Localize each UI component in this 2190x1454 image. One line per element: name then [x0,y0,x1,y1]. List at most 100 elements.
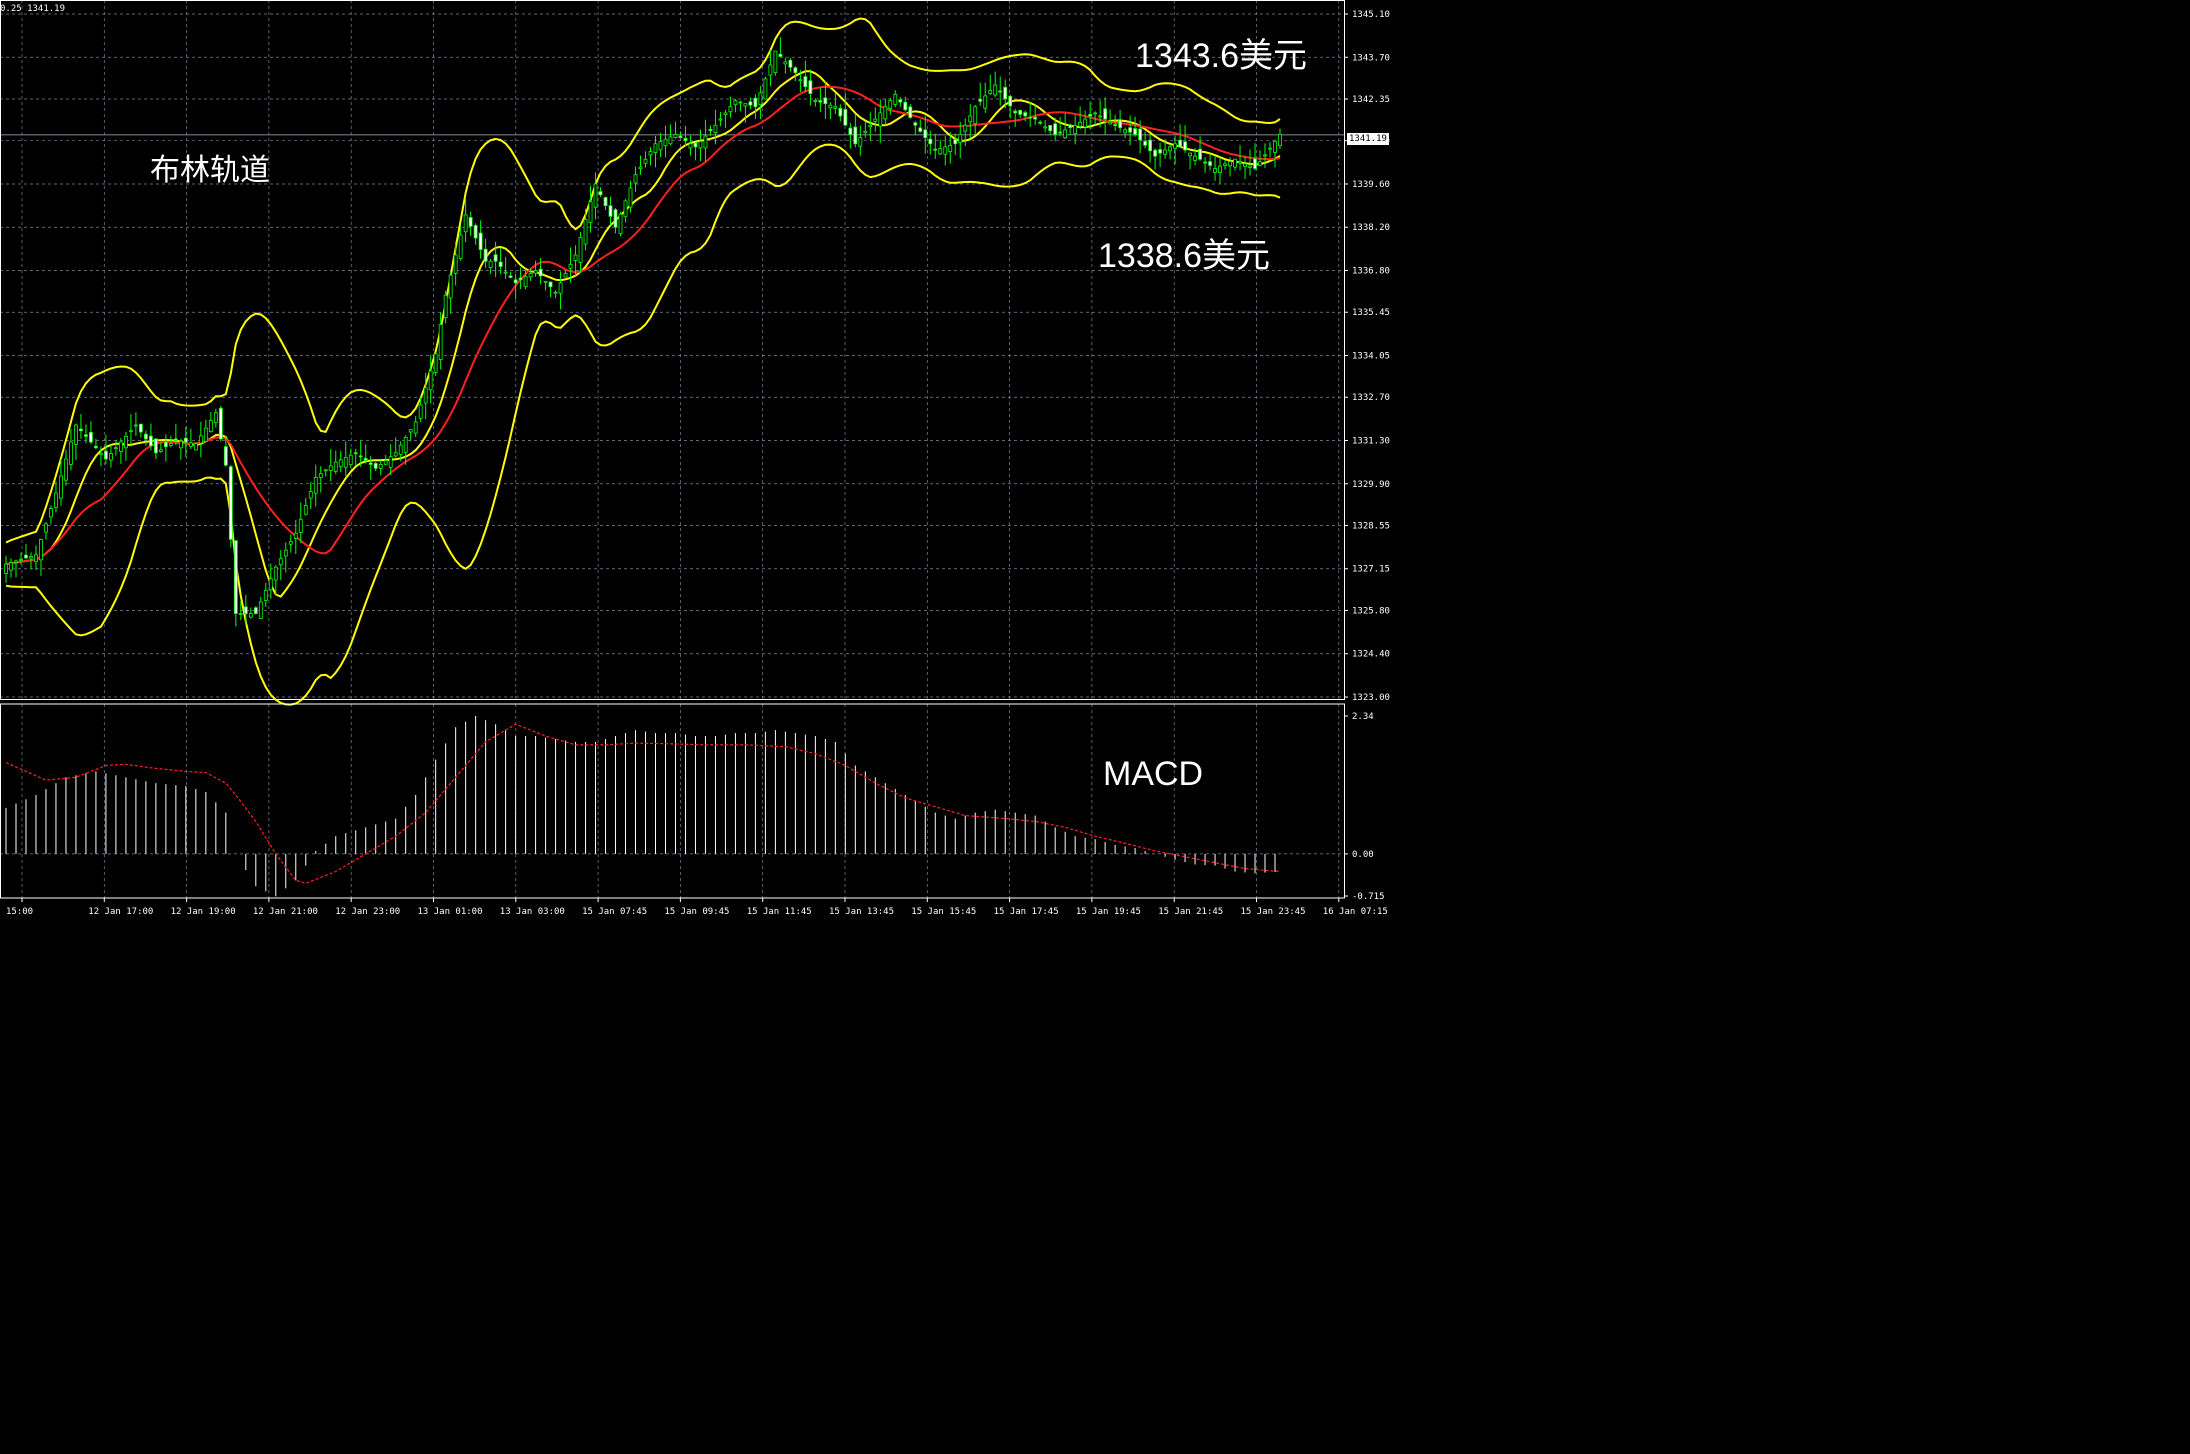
candle-body [578,236,583,263]
candle-body [29,555,33,559]
candle-body [608,205,613,217]
candle-body [968,115,973,123]
candle-body [1158,149,1162,154]
candle-body [1073,124,1078,134]
candle-body [1023,112,1028,117]
candle-body [268,578,273,591]
candle-body [773,50,778,74]
candle-body [648,151,653,156]
y-tick-label: 1335.45 [1352,308,1390,318]
candle-body [938,148,943,155]
candle-body [478,232,483,251]
candle-body [638,166,643,170]
candle-body [1133,128,1138,135]
candle-body [873,118,878,122]
candle-body [203,427,208,442]
candle-body [1173,143,1177,149]
candle-body [84,434,88,437]
candle-body [4,563,8,574]
candle-body [323,469,328,472]
y-tick-label: 1343.70 [1352,53,1390,63]
candle-body [758,92,763,106]
candle-body [1058,131,1063,134]
x-tick-label: 12 Jan 17:00 [88,907,153,917]
candle-body [948,144,953,153]
candle-body [818,100,823,103]
candle-body [39,538,43,561]
candle-body [1268,147,1272,150]
candle-body [1183,141,1187,151]
candle-body [1013,110,1018,114]
candle-body [1143,140,1148,146]
candle-body [238,613,243,615]
upper-band-value: 1343.6美元 [1135,37,1307,75]
candle-body [768,64,773,76]
candle-body [109,452,113,461]
candle-body [548,281,553,288]
candle-body [183,437,188,443]
candle-body [423,387,428,404]
candle-body [1118,119,1123,128]
candle-body [373,462,378,469]
candle-body [263,589,268,601]
candle-body [1228,161,1232,167]
candle-body [733,100,738,106]
candle-body [843,109,848,126]
x-tick-label: 12 Jan 19:00 [171,907,236,917]
candle-body [1278,134,1282,147]
candle-body [1208,161,1212,166]
candle-body [918,127,923,132]
candle-body [378,464,383,469]
candle-body [853,126,858,145]
candle-body [119,441,123,452]
x-tick-label: 12 Jan 21:00 [253,907,318,917]
candle-body [1193,155,1197,161]
candle-body [573,254,578,261]
y-tick-label: 1323.00 [1352,693,1390,703]
x-tick-label: 15 Jan 07:45 [582,907,647,917]
candle-body [988,90,993,94]
candle-body [213,412,218,424]
candle-body [928,138,933,145]
candle-body [1168,146,1172,152]
macd-label: MACD [1103,755,1204,793]
candle-body [143,433,148,440]
candle-body [158,449,163,452]
candle-body [823,97,828,105]
candle-body [788,59,793,68]
chart-header: 0.25 1341.19 [0,4,66,14]
candle-body [713,124,718,133]
candle-body [248,613,253,618]
x-tick-label: 15 Jan 19:45 [1076,907,1141,917]
candle-body [303,504,308,515]
candle-body [728,106,733,113]
candle-body [963,124,968,132]
lower-band-value: 1338.6美元 [1098,237,1270,275]
candle-body [923,129,928,139]
candle-body [318,473,323,478]
candle-body [488,260,493,269]
x-tick-label: 16 Jan 07:15 [1323,907,1388,917]
candle-body [868,124,873,128]
candle-body [993,84,998,96]
candle-body [453,254,458,274]
candle-body [743,103,748,107]
candle-body [1188,152,1192,157]
candle-body [678,135,683,139]
candle-body [1003,86,1008,100]
candle-body [1273,140,1277,153]
y-tick-label: 1329.90 [1352,480,1390,490]
candle-body [1223,163,1227,166]
candle-body [668,136,673,145]
y-tick-label: 1327.15 [1352,565,1390,575]
candle-body [828,104,833,109]
candle-body [333,461,338,472]
candle-body [1138,128,1143,141]
candle-body [1253,158,1257,169]
candle-body [408,429,413,433]
y-tick-label: 1328.55 [1352,521,1390,531]
candle-body [523,276,528,288]
candle-body [1053,123,1058,135]
candle-body [543,280,548,283]
candle-body [178,440,183,449]
